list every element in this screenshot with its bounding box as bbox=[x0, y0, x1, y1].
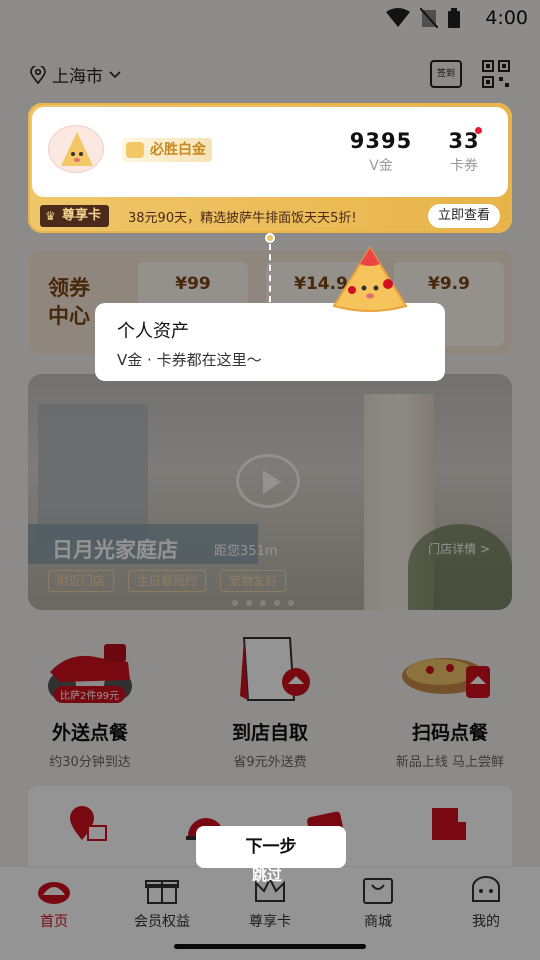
tab-label: 尊享卡 bbox=[249, 914, 291, 930]
store-name: 日月光家庭店 bbox=[52, 538, 178, 562]
service-subtitle: 省9元外送费 bbox=[233, 755, 307, 770]
play-video-icon[interactable] bbox=[236, 454, 300, 508]
guide-anchor-dot bbox=[265, 233, 275, 243]
tooltip-title: 个人资产 bbox=[117, 321, 189, 342]
no-sim-icon bbox=[420, 8, 438, 28]
vip-promo-band[interactable]: 尊享卡 38元90天，精选披萨牛排面饭天天5折! 立即查看 bbox=[30, 199, 510, 231]
wifi-icon bbox=[386, 8, 410, 27]
qr-code-icon[interactable] bbox=[482, 60, 510, 88]
enterprise-building-icon[interactable] bbox=[426, 804, 470, 844]
scan-order-button[interactable]: 扫码点餐 新品上线 马上尝鲜 bbox=[360, 632, 540, 770]
top-bar: 上海市 签到 bbox=[0, 56, 540, 92]
coupons-value: 33 bbox=[448, 129, 480, 153]
service-entries: 比萨2件99元 外送点餐 约30分钟到达 到店自取 省9元外送费 扫码点餐 新品… bbox=[0, 632, 540, 772]
tab-label: 商城 bbox=[364, 914, 392, 930]
store-banner[interactable]: 日月光家庭店 距您351m 门店详情 > 附近门店 生日餐预约 宠物友好 bbox=[28, 374, 512, 610]
guide-connector-line bbox=[269, 244, 271, 302]
shopping-bag-icon bbox=[220, 632, 320, 704]
coupon-price: ¥99 bbox=[175, 274, 211, 294]
tooltip-body: V金 · 卡券都在这里～ bbox=[117, 351, 262, 369]
service-title: 扫码点餐 bbox=[411, 722, 488, 744]
vip-promo-text: 38元90天，精选披萨牛排面饭天天5折! bbox=[128, 211, 357, 226]
pizza-board-icon bbox=[400, 632, 500, 704]
guide-tooltip: 个人资产 V金 · 卡券都在这里～ bbox=[95, 303, 445, 381]
tab-profile[interactable]: 我的 bbox=[432, 875, 540, 931]
member-level-badge[interactable]: 必胜白金 bbox=[122, 138, 212, 162]
status-time: 4:00 bbox=[485, 7, 528, 29]
vip-card-tag: 尊享卡 bbox=[40, 205, 110, 227]
coupon-price: ¥9.9 bbox=[428, 274, 470, 294]
vgold-value: 9395 bbox=[349, 129, 413, 153]
tab-member-benefits[interactable]: 会员权益 bbox=[108, 875, 216, 931]
view-now-button[interactable]: 立即查看 bbox=[427, 204, 500, 228]
service-subtitle: 约30分钟到达 bbox=[49, 755, 131, 770]
home-pizza-hat-icon bbox=[37, 875, 71, 905]
home-indicator bbox=[174, 944, 366, 949]
status-icons bbox=[386, 8, 460, 28]
tab-mall[interactable]: 商城 bbox=[324, 875, 432, 931]
next-step-button[interactable]: 下一步 bbox=[196, 826, 346, 868]
chevron-down-icon bbox=[109, 70, 121, 78]
service-title: 到店自取 bbox=[231, 722, 308, 744]
store-photo-plant bbox=[408, 524, 512, 610]
store-tags: 附近门店 生日餐预约 宠物友好 bbox=[48, 570, 287, 592]
tab-label: 会员权益 bbox=[134, 914, 190, 930]
signin-label: 签到 bbox=[436, 69, 455, 79]
scooter-icon: 比萨2件99元 bbox=[40, 632, 140, 704]
skip-guide-button[interactable]: 跳过 bbox=[252, 864, 282, 885]
status-bar: 4:00 bbox=[0, 0, 540, 36]
tab-label: 首页 bbox=[40, 914, 68, 930]
service-subtitle: 新品上线 马上尝鲜 bbox=[395, 755, 505, 770]
pizza-mascot-icon bbox=[332, 246, 408, 312]
smiley-face-icon bbox=[469, 875, 503, 905]
store-tag[interactable]: 附近门店 bbox=[48, 570, 115, 592]
store-location-icon[interactable] bbox=[66, 804, 110, 844]
coupons-stat[interactable]: 33 卡券 bbox=[434, 129, 494, 175]
store-tag[interactable]: 宠物友好 bbox=[220, 570, 287, 592]
vgold-stat[interactable]: 9395 V金 bbox=[346, 129, 416, 175]
member-asset-card[interactable]: 必胜白金 9395 V金 33 卡券 尊享卡 38元90天，精选披萨牛排面饭天天… bbox=[28, 103, 512, 233]
store-distance: 距您351m bbox=[214, 544, 278, 559]
store-detail-link[interactable]: 门店详情 > bbox=[428, 540, 490, 557]
tab-label: 我的 bbox=[472, 914, 500, 930]
vgold-label: V金 bbox=[369, 158, 393, 174]
carousel-dots bbox=[232, 600, 294, 606]
coupons-label: 卡券 bbox=[450, 158, 478, 174]
shopping-bag-icon bbox=[361, 875, 395, 905]
delivery-badge: 比萨2件99元 bbox=[54, 686, 126, 703]
notification-dot bbox=[475, 127, 482, 134]
pickup-order-button[interactable]: 到店自取 省9元外送费 bbox=[180, 632, 360, 770]
location-pin-icon bbox=[30, 65, 46, 84]
battery-icon bbox=[448, 8, 460, 28]
city-selector[interactable]: 上海市 bbox=[30, 62, 121, 87]
city-label: 上海市 bbox=[52, 67, 103, 87]
delivery-order-button[interactable]: 比萨2件99元 外送点餐 约30分钟到达 bbox=[0, 632, 180, 770]
store-tag[interactable]: 生日餐预约 bbox=[128, 570, 207, 592]
tab-home[interactable]: 首页 bbox=[0, 875, 108, 931]
store-photo-window bbox=[38, 404, 148, 544]
avatar[interactable] bbox=[48, 125, 104, 173]
calendar-signin-icon[interactable]: 签到 bbox=[430, 60, 462, 88]
service-title: 外送点餐 bbox=[51, 722, 128, 744]
gift-icon bbox=[145, 875, 179, 905]
